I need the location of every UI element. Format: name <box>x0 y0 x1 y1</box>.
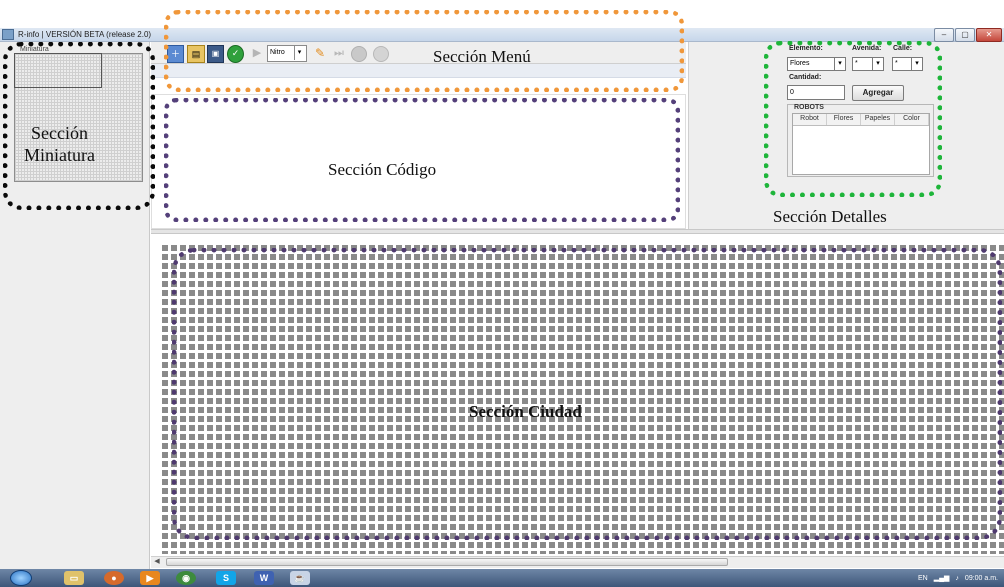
code-section-label: Sección Código <box>328 160 437 179</box>
clock[interactable]: 09:00 a.m. <box>965 575 998 582</box>
firefox-icon[interactable]: ● <box>104 571 124 585</box>
maximize-button[interactable]: ▢ <box>955 28 975 42</box>
scrollbar-thumb[interactable] <box>166 558 728 566</box>
java-icon[interactable]: ☕ <box>290 571 310 585</box>
window-title: R-info | VERSIÓN BETA (release 2.0) <box>18 30 152 39</box>
start-button[interactable] <box>10 570 32 586</box>
details-section-label: Sección Detalles <box>773 207 887 226</box>
minimize-button[interactable]: – <box>934 28 954 42</box>
details-section-outline <box>764 41 942 197</box>
menu-section-outline <box>164 10 684 92</box>
system-tray: EN ▂▄▆ ♪ 09:00 a.m. <box>918 569 998 587</box>
city-section-label: Sección Ciudad <box>469 402 582 421</box>
word-icon[interactable]: W <box>254 571 274 585</box>
language-indicator[interactable]: EN <box>918 575 928 582</box>
menu-section-label: Sección Menú <box>433 47 531 66</box>
close-button[interactable]: ✕ <box>976 28 1002 42</box>
network-icon[interactable]: ▂▄▆ <box>934 574 950 582</box>
miniature-label-line1: Sección <box>31 123 88 143</box>
city-section-outline <box>172 248 1002 540</box>
file-explorer-icon[interactable]: ▭ <box>64 571 84 585</box>
app-icon <box>2 29 14 40</box>
window-controls: – ▢ ✕ <box>934 28 1002 42</box>
scroll-left-icon[interactable]: ◀ <box>152 557 162 567</box>
skype-icon[interactable]: S <box>216 571 236 585</box>
volume-icon[interactable]: ♪ <box>955 575 959 582</box>
chrome-icon[interactable]: ◉ <box>176 571 196 585</box>
miniature-section-label: Sección Miniatura <box>24 122 95 166</box>
media-player-icon[interactable]: ▶ <box>140 571 160 585</box>
miniature-label-line2: Miniatura <box>24 145 95 165</box>
